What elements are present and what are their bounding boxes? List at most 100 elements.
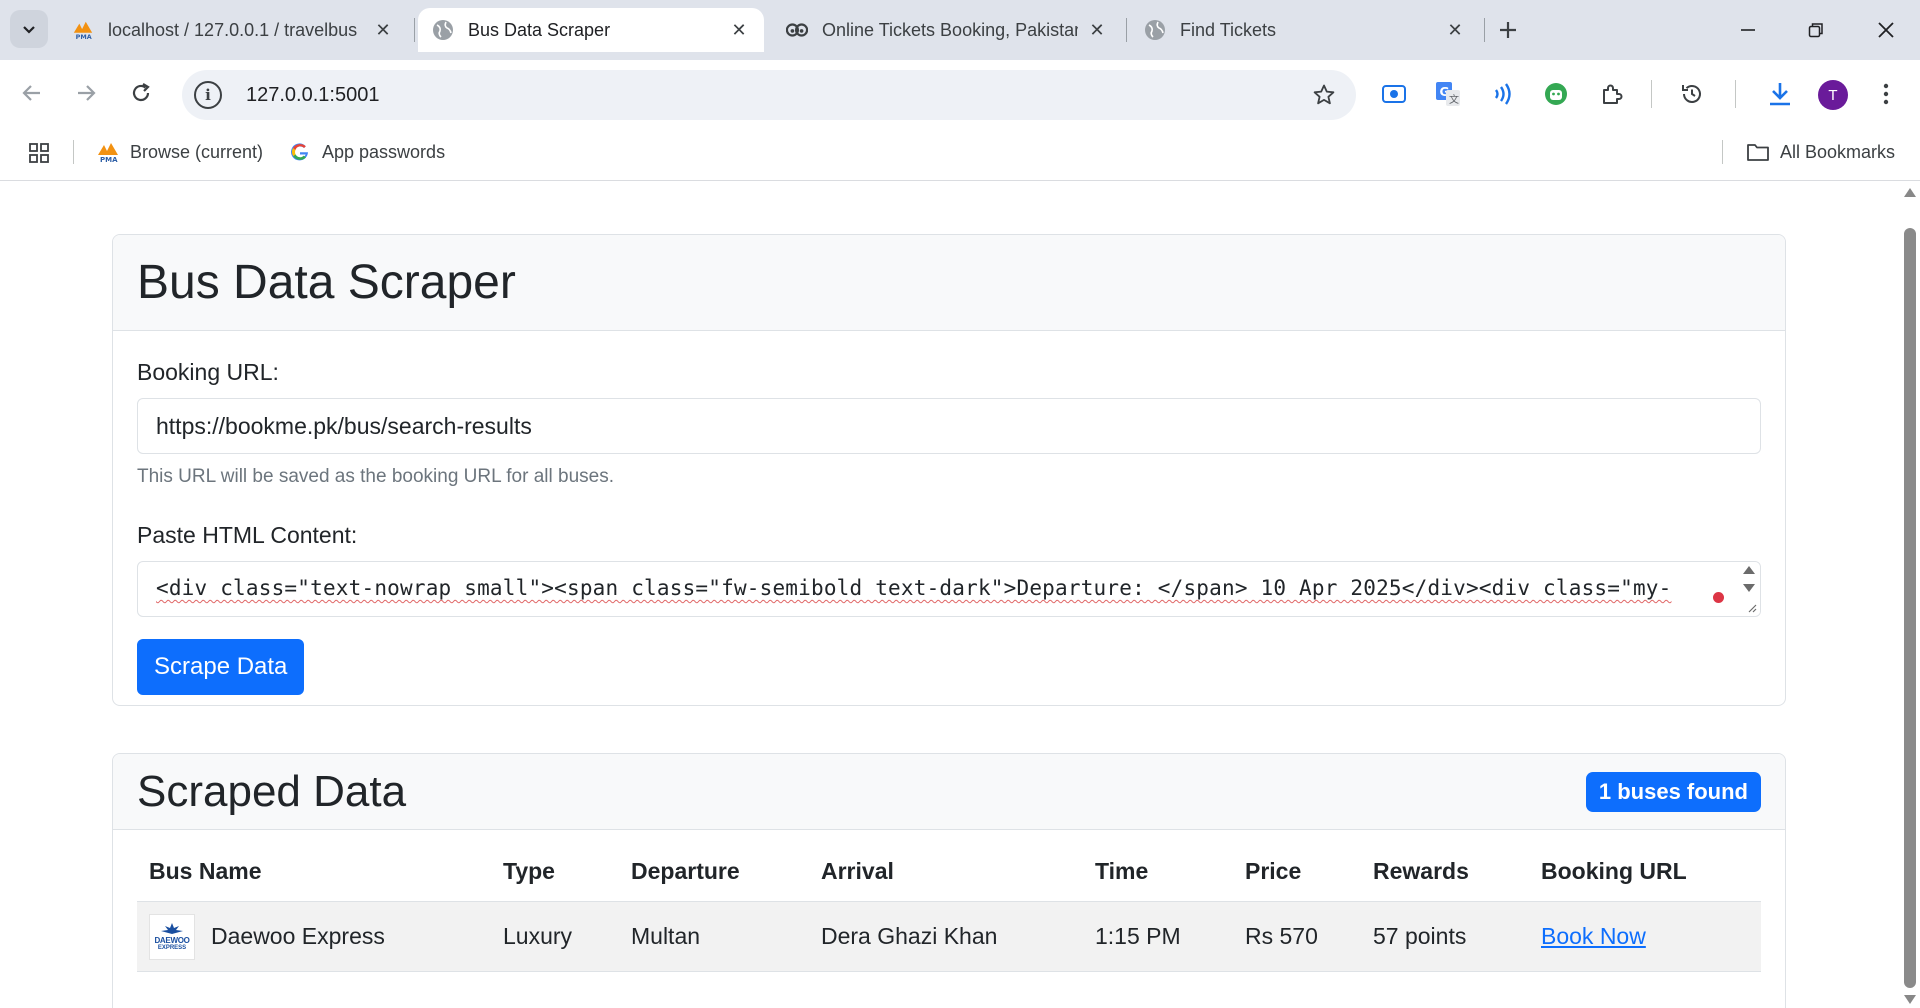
results-card-header: Scraped Data 1 buses found [113, 754, 1785, 830]
scroll-down-arrow-icon[interactable] [1743, 584, 1755, 592]
bookme-icon [786, 19, 808, 41]
bookmark-label: App passwords [322, 141, 446, 162]
daewoo-logo-mark [161, 923, 183, 934]
spellcheck-indicator [1713, 592, 1724, 603]
menu-kebab-icon[interactable] [1866, 74, 1906, 114]
bookmark-app-passwords[interactable]: App passwords [288, 137, 445, 167]
screen-capture-extension-icon[interactable] [1374, 74, 1414, 114]
scrape-data-button[interactable]: Scrape Data [137, 639, 305, 695]
tab-find-tickets[interactable]: Find Tickets ✕ [1130, 8, 1480, 52]
html-content-label: Paste HTML Content: [137, 522, 358, 548]
scrollbar-thumb[interactable] [1904, 228, 1916, 988]
reload-button[interactable] [121, 73, 161, 113]
cell-arrival: Dera Ghazi Khan [809, 901, 1083, 972]
column-header-booking-url: Booking URL [1529, 842, 1761, 902]
html-content-overflow-line: - - - - - - - - - - - - - - - - - - - - … [156, 608, 1248, 616]
address-bar[interactable]: i 127.0.0.1:5001 [182, 70, 1356, 120]
all-bookmarks-button[interactable]: All Bookmarks [1746, 137, 1895, 167]
pma-icon: PMA [96, 140, 120, 164]
site-info-icon[interactable]: i [194, 81, 222, 109]
tab-bus-data-scraper[interactable]: Bus Data Scraper ✕ [418, 8, 764, 52]
close-window-button[interactable] [1858, 8, 1914, 52]
all-bookmarks-label: All Bookmarks [1780, 141, 1896, 162]
page-scrollbar[interactable] [1900, 182, 1920, 1008]
scroll-down-arrow-icon[interactable] [1904, 995, 1916, 1004]
bookmark-label: Browse (current) [130, 141, 264, 162]
html-content-textarea[interactable]: <div class="text-nowrap small"><span cla… [137, 561, 1761, 617]
tab-title: Online Tickets Booking, Pakistan [822, 19, 1078, 40]
arrow-right-icon [78, 85, 96, 101]
column-header-arrival: Arrival [809, 842, 1083, 902]
column-header-departure: Departure [619, 842, 809, 902]
tab-title: Find Tickets [1180, 19, 1277, 40]
tab-strip: PMA localhost / 127.0.0.1 / travelbus ✕ … [0, 0, 1920, 60]
toolbar-divider [1651, 80, 1652, 108]
cell-rewards: 57 points [1361, 901, 1529, 972]
html-content-value: <div class="text-nowrap small"><span cla… [156, 576, 1672, 600]
cell-price: Rs 570 [1233, 901, 1361, 972]
column-header-price: Price [1233, 842, 1361, 902]
tab-title: localhost / 127.0.0.1 / travelbus [108, 19, 358, 40]
cell-type: Luxury [491, 901, 619, 972]
google-translate-icon[interactable]: G文 [1428, 74, 1468, 114]
close-tab-icon[interactable]: ✕ [728, 19, 750, 41]
book-now-link[interactable]: Book Now [1541, 923, 1646, 949]
restore-button[interactable] [1788, 8, 1844, 52]
booking-url-value: https://bookme.pk/bus/search-results [156, 412, 532, 439]
forward-button[interactable] [66, 73, 106, 113]
booking-url-help: This URL will be saved as the booking UR… [137, 466, 614, 487]
globe-icon [1144, 19, 1166, 41]
results-card: Scraped Data 1 buses found Bus Name Type… [112, 753, 1786, 1008]
cell-bus-name: DAEWOO EXPRESS Daewoo Express [137, 901, 491, 972]
bookmark-star-icon[interactable] [1304, 75, 1344, 115]
results-card-body: Bus Name Type Departure Arrival Time Pri… [113, 830, 1785, 996]
profile-avatar[interactable]: T [1818, 80, 1848, 110]
android-extension-icon[interactable] [1536, 74, 1576, 114]
chevron-down-icon [23, 26, 35, 34]
restore-icon [1808, 23, 1823, 38]
plus-icon [1500, 22, 1516, 38]
folder-icon [1746, 140, 1770, 164]
scroll-up-arrow-icon[interactable] [1743, 566, 1755, 574]
tab-bookme[interactable]: Online Tickets Booking, Pakistan ✕ [772, 8, 1122, 52]
scraper-card-header: Bus Data Scraper [113, 235, 1785, 331]
scroll-up-arrow-icon[interactable] [1904, 188, 1916, 197]
resize-grip-icon[interactable] [1745, 601, 1757, 613]
extensions-puzzle-icon[interactable] [1592, 74, 1632, 114]
daewoo-logo: DAEWOO EXPRESS [149, 913, 195, 960]
results-title: Scraped Data [137, 766, 407, 816]
column-header-bus-name: Bus Name [137, 842, 491, 902]
download-icon[interactable] [1760, 74, 1800, 114]
read-aloud-icon[interactable] [1482, 74, 1522, 114]
scraper-card-body: Booking URL: https://bookme.pk/bus/searc… [113, 331, 1785, 705]
booking-url-label: Booking URL: [137, 359, 279, 385]
tab-localhost[interactable]: PMA localhost / 127.0.0.1 / travelbus ✕ [58, 8, 408, 52]
back-button[interactable] [12, 73, 52, 113]
close-tab-icon[interactable]: ✕ [1086, 19, 1108, 41]
close-tab-icon[interactable]: ✕ [1444, 19, 1466, 41]
bookmark-browse-current[interactable]: PMA Browse (current) [96, 137, 263, 167]
minimize-button[interactable] [1720, 8, 1776, 52]
cell-booking-url: Book Now [1529, 901, 1761, 972]
google-icon [288, 140, 312, 164]
scraper-form-card: Bus Data Scraper Booking URL: https://bo… [112, 234, 1786, 706]
page-title: Bus Data Scraper [137, 256, 516, 309]
new-tab-button[interactable] [1490, 12, 1526, 48]
column-header-rewards: Rewards [1361, 842, 1529, 902]
booking-url-input[interactable]: https://bookme.pk/bus/search-results [137, 398, 1761, 454]
minimize-icon [1741, 29, 1755, 31]
close-tab-icon[interactable]: ✕ [372, 19, 394, 41]
tab-search-button[interactable] [10, 10, 48, 48]
results-table: Bus Name Type Departure Arrival Time Pri… [137, 842, 1761, 972]
pma-icon: PMA [72, 19, 94, 41]
table-row: DAEWOO EXPRESS Daewoo Express Luxury Mul… [137, 901, 1761, 972]
history-icon[interactable] [1672, 74, 1712, 114]
tab-divider [414, 18, 415, 42]
column-header-type: Type [491, 842, 619, 902]
cell-departure: Multan [619, 901, 809, 972]
globe-icon [432, 19, 454, 41]
svg-text:PMA: PMA [76, 33, 92, 41]
url-text[interactable]: 127.0.0.1:5001 [246, 84, 1304, 107]
svg-text:文: 文 [1449, 93, 1459, 106]
apps-grid-icon[interactable] [24, 138, 54, 168]
